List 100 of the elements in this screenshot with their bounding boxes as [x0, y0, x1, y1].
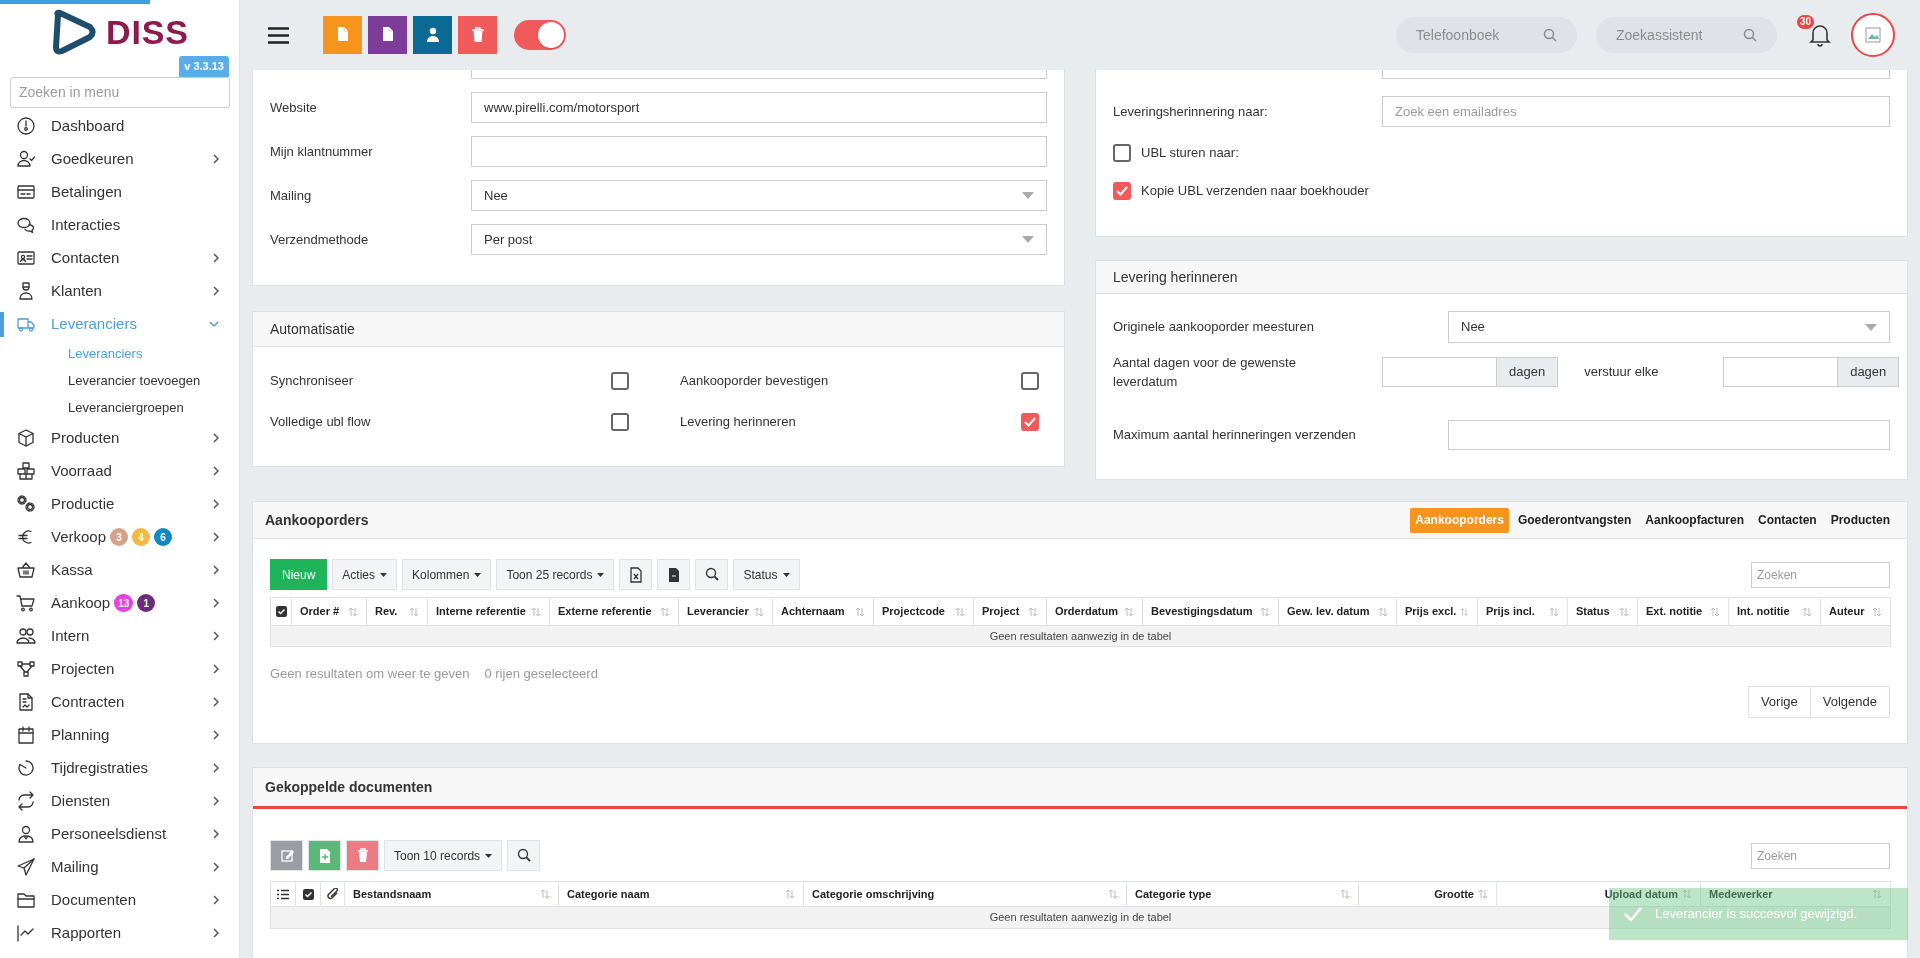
dropdown-button[interactable]: Acties	[332, 559, 398, 590]
people-icon	[16, 626, 36, 646]
menu-item[interactable]: Aankoop 13 1	[0, 586, 239, 620]
input-field[interactable]	[471, 136, 1047, 167]
checkbox[interactable]	[1021, 413, 1039, 431]
column-header[interactable]: Medewerker	[1700, 881, 1891, 907]
menu-item[interactable]: Contracten	[0, 685, 239, 719]
sort-icon	[1619, 606, 1629, 617]
column-header[interactable]: Categorie omschrijving	[803, 881, 1127, 907]
menu-item[interactable]: Intern	[0, 619, 239, 653]
tab[interactable]: Contacten	[1753, 507, 1822, 533]
menu-item[interactable]: Producten	[0, 421, 239, 455]
dropdown-button[interactable]: Status	[733, 559, 800, 590]
select-field[interactable]: Per post	[471, 224, 1047, 255]
column-header[interactable]: Categorie type	[1126, 881, 1359, 907]
column-header[interactable]: Rev.	[366, 597, 428, 626]
menu-item[interactable]: Dashboard	[0, 109, 239, 143]
dropdown-button[interactable]: Toon 25 records	[496, 559, 615, 590]
pagination-button[interactable]: Vorige	[1747, 685, 1811, 718]
select-field[interactable]: Nee	[1448, 311, 1890, 343]
column-header[interactable]: Grootte	[1358, 881, 1497, 907]
menu-item[interactable]: Productie	[0, 487, 239, 521]
menu-item[interactable]: Goedkeuren	[0, 142, 239, 176]
dropdown-button[interactable]: Kolommen	[402, 559, 492, 590]
tab[interactable]: Goederontvangsten	[1512, 507, 1637, 533]
checkbox-icon	[302, 888, 314, 900]
input-field[interactable]	[1448, 420, 1890, 450]
column-header[interactable]: Gew. lev. datum	[1278, 597, 1397, 626]
sort-icon	[1260, 606, 1270, 617]
column-header[interactable]: Interne referentie	[427, 597, 550, 626]
menu-item[interactable]: Verkoop 3 4 6	[0, 520, 239, 554]
column-header[interactable]: Projectcode	[873, 597, 974, 626]
tab[interactable]: Aankoopfacturen	[1640, 507, 1749, 533]
submenu-item[interactable]: Leveranciergroepen	[0, 394, 239, 422]
column-header[interactable]: Order #	[291, 597, 367, 626]
menu-item[interactable]: Tijdregistraties	[0, 751, 239, 785]
toolbar-button[interactable]	[695, 559, 729, 590]
column-header[interactable]: Status	[1567, 597, 1638, 626]
column-header[interactable]: Externe referentie	[549, 597, 679, 626]
checkbox[interactable]	[1113, 182, 1131, 200]
select-field[interactable]: Nee	[471, 180, 1047, 211]
toolbar-button[interactable]	[368, 16, 407, 54]
pagination-button[interactable]: Volgende	[1810, 685, 1890, 718]
menu-item[interactable]: Planning	[0, 718, 239, 752]
column-header[interactable]: Orderdatum	[1046, 597, 1143, 626]
days-field[interactable]	[1723, 357, 1839, 387]
avatar[interactable]	[1851, 13, 1895, 57]
column-header[interactable]: Leverancier	[678, 597, 773, 626]
option-label: Synchroniseer	[270, 372, 354, 391]
checkbox[interactable]	[1113, 144, 1131, 162]
bell-icon[interactable]	[1809, 23, 1831, 47]
menu-item[interactable]: Documenten	[0, 883, 239, 917]
menu-item[interactable]: Personeelsdienst	[0, 817, 239, 851]
submenu-item[interactable]: Leverancier toevoegen	[0, 367, 239, 395]
toolbar-button[interactable]	[619, 559, 653, 590]
menu-search-field[interactable]: Zoeken in menu	[10, 76, 230, 108]
column-header[interactable]: Auteur	[1820, 597, 1891, 626]
toolbar-button[interactable]	[657, 559, 691, 590]
column-header[interactable]: Categorie naam	[558, 881, 804, 907]
field-label: Maximum aantal herinneringen verzenden	[1113, 426, 1357, 445]
menu-item[interactable]: Mailing	[0, 850, 239, 884]
search-field[interactable]: Zoeken	[1751, 561, 1890, 588]
tab[interactable]: Producten	[1825, 507, 1895, 533]
checkbox[interactable]	[1021, 372, 1039, 390]
column-header[interactable]: Bevestigingsdatum	[1142, 597, 1279, 626]
column-header[interactable]: Upload datum	[1496, 881, 1701, 907]
column-header[interactable]: Ext. notitie	[1637, 597, 1729, 626]
column-header[interactable]: Int. notitie	[1728, 597, 1821, 626]
column-header[interactable]: Achternaam	[772, 597, 874, 626]
cart-icon	[16, 593, 36, 613]
menu-icon[interactable]	[268, 26, 289, 44]
menu-item[interactable]: Projecten	[0, 652, 239, 686]
checkbox[interactable]	[611, 413, 629, 431]
checkbox[interactable]	[611, 372, 629, 390]
column-header[interactable]: Prijs incl.	[1477, 597, 1568, 626]
search-icon	[1543, 28, 1557, 42]
count-badge: 4	[132, 528, 151, 546]
menu-item[interactable]: Contacten	[0, 241, 239, 275]
search-field[interactable]: Telefoonboek	[1396, 17, 1577, 53]
column-header[interactable]: Project	[973, 597, 1047, 626]
input-field[interactable]: www.pirelli.com/motorsport	[471, 92, 1047, 123]
input-field[interactable]: Zoek een emailadres	[1382, 96, 1890, 127]
menu-item[interactable]: Klanten	[0, 274, 239, 308]
column-header[interactable]: Bestandsnaam	[344, 881, 559, 907]
dropdown-button[interactable]: Toon 10 records	[384, 840, 503, 871]
column-header[interactable]: Prijs excl.	[1396, 597, 1478, 626]
search-field[interactable]: Zoekassistent	[1596, 17, 1777, 53]
menu-item[interactable]: Rapporten	[0, 916, 239, 950]
menu-item[interactable]: Diensten	[0, 784, 239, 818]
toolbar-button[interactable]	[413, 16, 452, 54]
days-field[interactable]	[1382, 357, 1497, 387]
menu-item[interactable]: Kassa	[0, 553, 239, 587]
menu-item[interactable]: Voorraad	[0, 454, 239, 488]
folder-icon	[16, 890, 36, 910]
toolbar-button[interactable]	[507, 840, 541, 871]
menu-item[interactable]: Betalingen	[0, 175, 239, 209]
sort-icon	[1872, 889, 1882, 899]
search-field[interactable]: Zoeken	[1751, 842, 1890, 869]
menu-item[interactable]: Interacties	[0, 208, 239, 242]
toggle-switch[interactable]	[514, 20, 566, 50]
